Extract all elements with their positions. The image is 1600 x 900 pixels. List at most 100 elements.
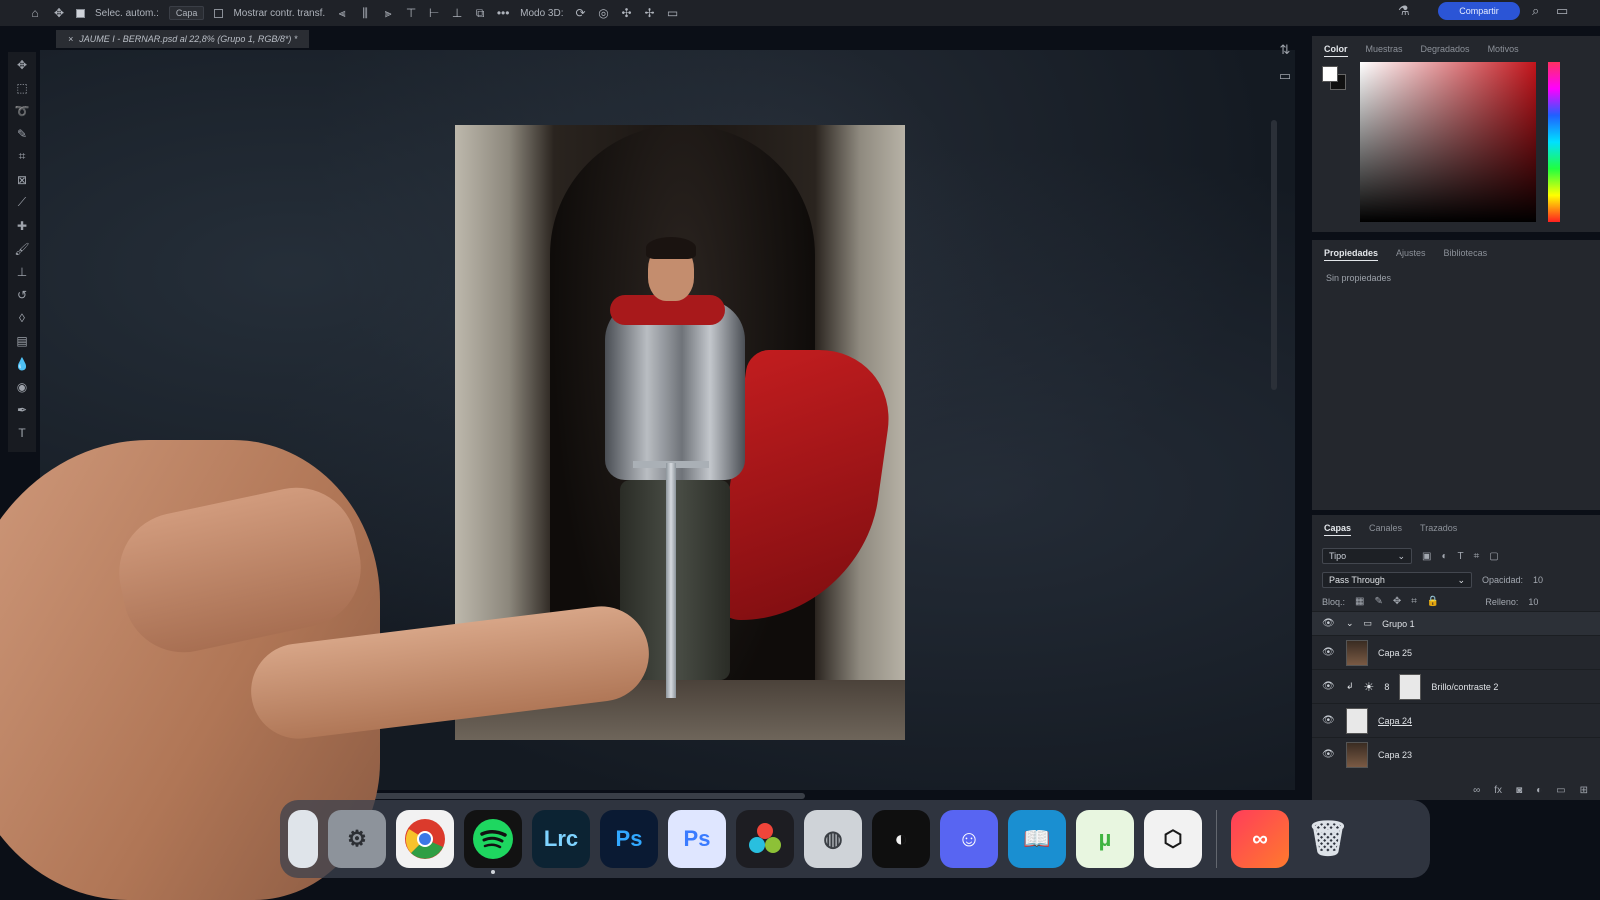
3d-pan-icon[interactable]: ✣ (620, 6, 634, 20)
filter-adjustment-icon[interactable]: ◐ (1441, 551, 1447, 562)
tab-patterns[interactable]: Motivos (1488, 44, 1519, 57)
tab-gradients[interactable]: Degradados (1421, 44, 1470, 57)
hue-slider[interactable] (1548, 62, 1560, 222)
fill-value[interactable]: 10 (1528, 597, 1538, 607)
auto-select-dropdown[interactable]: Capa (168, 6, 205, 20)
tab-libraries[interactable]: Bibliotecas (1444, 248, 1488, 261)
lock-all-icon[interactable]: 🔒 (1427, 596, 1439, 607)
close-tab-icon[interactable]: × (68, 34, 73, 44)
photoshop-icon[interactable]: Ps (600, 810, 658, 868)
layer-row[interactable]: 👁 Capa 25 (1312, 635, 1600, 669)
align-center-icon[interactable]: ⫼ (358, 6, 372, 20)
3d-slide-icon[interactable]: ✢ (643, 6, 657, 20)
kindle-icon[interactable]: 📖 (1008, 810, 1066, 868)
lock-artboard-icon[interactable]: ⌗ (1411, 596, 1417, 607)
filter-shape-icon[interactable]: ⌗ (1474, 551, 1480, 562)
lock-position-icon[interactable]: ✥ (1393, 596, 1401, 607)
pen-tool-icon[interactable]: ✒ (13, 401, 31, 418)
document-tab[interactable]: × JAUME I - BERNAR.psd al 22,8% (Grupo 1… (56, 30, 310, 48)
tab-adjustments[interactable]: Ajustes (1396, 248, 1426, 261)
history-brush-icon[interactable]: ↺ (13, 286, 31, 303)
filter-pixel-icon[interactable]: ▣ (1422, 551, 1431, 562)
tab-channels[interactable]: Canales (1369, 523, 1402, 536)
tab-layers[interactable]: Capas (1324, 523, 1352, 536)
share-button[interactable]: Compartir (1438, 2, 1520, 20)
link-layers-icon[interactable]: ∞ (1473, 785, 1480, 796)
new-adjustment-icon[interactable]: ◐ (1536, 785, 1542, 796)
spotify-icon[interactable] (464, 810, 522, 874)
eraser-tool-icon[interactable]: ◊ (13, 309, 31, 326)
frame-tool-icon[interactable]: ⊠ (13, 171, 31, 188)
marquee-tool-icon[interactable]: ⬚ (13, 79, 31, 96)
color-picker-field[interactable] (1360, 62, 1536, 222)
home-icon[interactable]: ⌂ (28, 6, 42, 20)
align-bottom-icon[interactable]: ⊥ (450, 6, 464, 20)
eyedropper-tool-icon[interactable]: ⟋ (13, 194, 31, 211)
brush-tool-icon[interactable]: 🖌 (13, 240, 31, 257)
comments-panel-icon[interactable]: ▭ (1279, 68, 1291, 84)
distribute-icon[interactable]: ⧉ (473, 6, 487, 20)
lightroom-classic-icon[interactable]: Lrc (532, 810, 590, 868)
align-middle-icon[interactable]: ⊢ (427, 6, 441, 20)
search-icon[interactable]: ⌕ (1532, 3, 1539, 19)
type-tool-icon[interactable]: T (13, 424, 31, 441)
lock-transparent-icon[interactable]: ▦ (1355, 596, 1364, 607)
healing-tool-icon[interactable]: ✚ (13, 217, 31, 234)
new-group-icon[interactable]: ▭ (1556, 785, 1565, 796)
fx-icon[interactable]: fx (1494, 785, 1502, 796)
move-tool-icon[interactable]: ✥ (13, 56, 31, 73)
visibility-eye-icon[interactable]: 👁 (1322, 715, 1336, 726)
workspace-icon[interactable]: ▭ (1556, 3, 1568, 19)
layer-mask-thumbnail[interactable] (1399, 673, 1422, 700)
utorrent-icon[interactable]: µ (1076, 810, 1134, 868)
quick-select-tool-icon[interactable]: ✎ (13, 125, 31, 142)
layer-row[interactable]: 👁 Capa 23 (1312, 737, 1600, 771)
blur-tool-icon[interactable]: 💧 (13, 355, 31, 372)
chevron-down-icon[interactable]: ⌄ (1346, 618, 1354, 629)
filter-type-icon[interactable]: T (1458, 551, 1464, 562)
blender-icon[interactable]: ⬡ (1144, 810, 1202, 868)
history-panel-icon[interactable]: ⇅ (1280, 42, 1291, 58)
crop-tool-icon[interactable]: ⌗ (13, 148, 31, 165)
system-preferences-icon[interactable]: ⚙ (328, 810, 386, 868)
tab-properties[interactable]: Propiedades (1324, 248, 1379, 261)
align-left-icon[interactable]: ⫷ (335, 6, 349, 20)
finder-icon[interactable] (288, 810, 318, 868)
gradient-tool-icon[interactable]: ▤ (13, 332, 31, 349)
tab-swatches[interactable]: Muestras (1366, 44, 1403, 57)
dodge-tool-icon[interactable]: ◉ (13, 378, 31, 395)
disk-utility-icon[interactable]: ◍ (804, 810, 862, 868)
app-unknown-icon[interactable]: ◐ (872, 810, 930, 868)
align-right-icon[interactable]: ⫸ (381, 6, 395, 20)
blend-mode-dropdown[interactable]: Pass Through ⌄ (1322, 572, 1472, 588)
layer-row[interactable]: 👁 ↲ ☀ 8 Brillo/contraste 2 (1312, 669, 1600, 703)
stamp-tool-icon[interactable]: ⊥ (13, 263, 31, 280)
more-options-icon[interactable]: ••• (496, 6, 510, 20)
davinci-resolve-icon[interactable] (736, 810, 794, 868)
filter-smart-object-icon[interactable]: ▢ (1489, 551, 1498, 562)
creative-cloud-icon[interactable]: ∞ (1231, 810, 1289, 868)
horizontal-scrollbar[interactable] (365, 793, 805, 799)
discord-icon[interactable]: ☺ (940, 810, 998, 868)
trash-icon[interactable]: 🗑 (1299, 810, 1357, 868)
new-layer-icon[interactable]: ⊞ (1580, 785, 1588, 796)
lock-image-icon[interactable]: ✎ (1374, 596, 1382, 607)
align-top-icon[interactable]: ⊤ (404, 6, 418, 20)
3d-scale-icon[interactable]: ▭ (666, 6, 680, 20)
add-mask-icon[interactable]: ◙ (1516, 785, 1522, 796)
chrome-icon[interactable] (396, 810, 454, 868)
tab-color[interactable]: Color (1324, 44, 1348, 57)
lasso-tool-icon[interactable]: ➰ (13, 102, 31, 119)
auto-select-checkbox[interactable] (76, 8, 85, 18)
learn-icon[interactable]: ⚗ (1398, 3, 1410, 19)
layer-filter-dropdown[interactable]: Tipo ⌄ (1322, 548, 1412, 564)
vertical-scrollbar[interactable] (1271, 120, 1277, 390)
visibility-eye-icon[interactable]: 👁 (1322, 681, 1336, 692)
show-transform-checkbox[interactable] (214, 8, 224, 18)
visibility-eye-icon[interactable]: 👁 (1322, 618, 1336, 629)
3d-roll-icon[interactable]: ◎ (597, 6, 611, 20)
tab-paths[interactable]: Trazados (1420, 523, 1457, 536)
photoshop-beta-icon[interactable]: Ps (668, 810, 726, 868)
foreground-color-swatch[interactable] (1322, 66, 1338, 82)
3d-rotate-icon[interactable]: ⟳ (574, 6, 588, 20)
